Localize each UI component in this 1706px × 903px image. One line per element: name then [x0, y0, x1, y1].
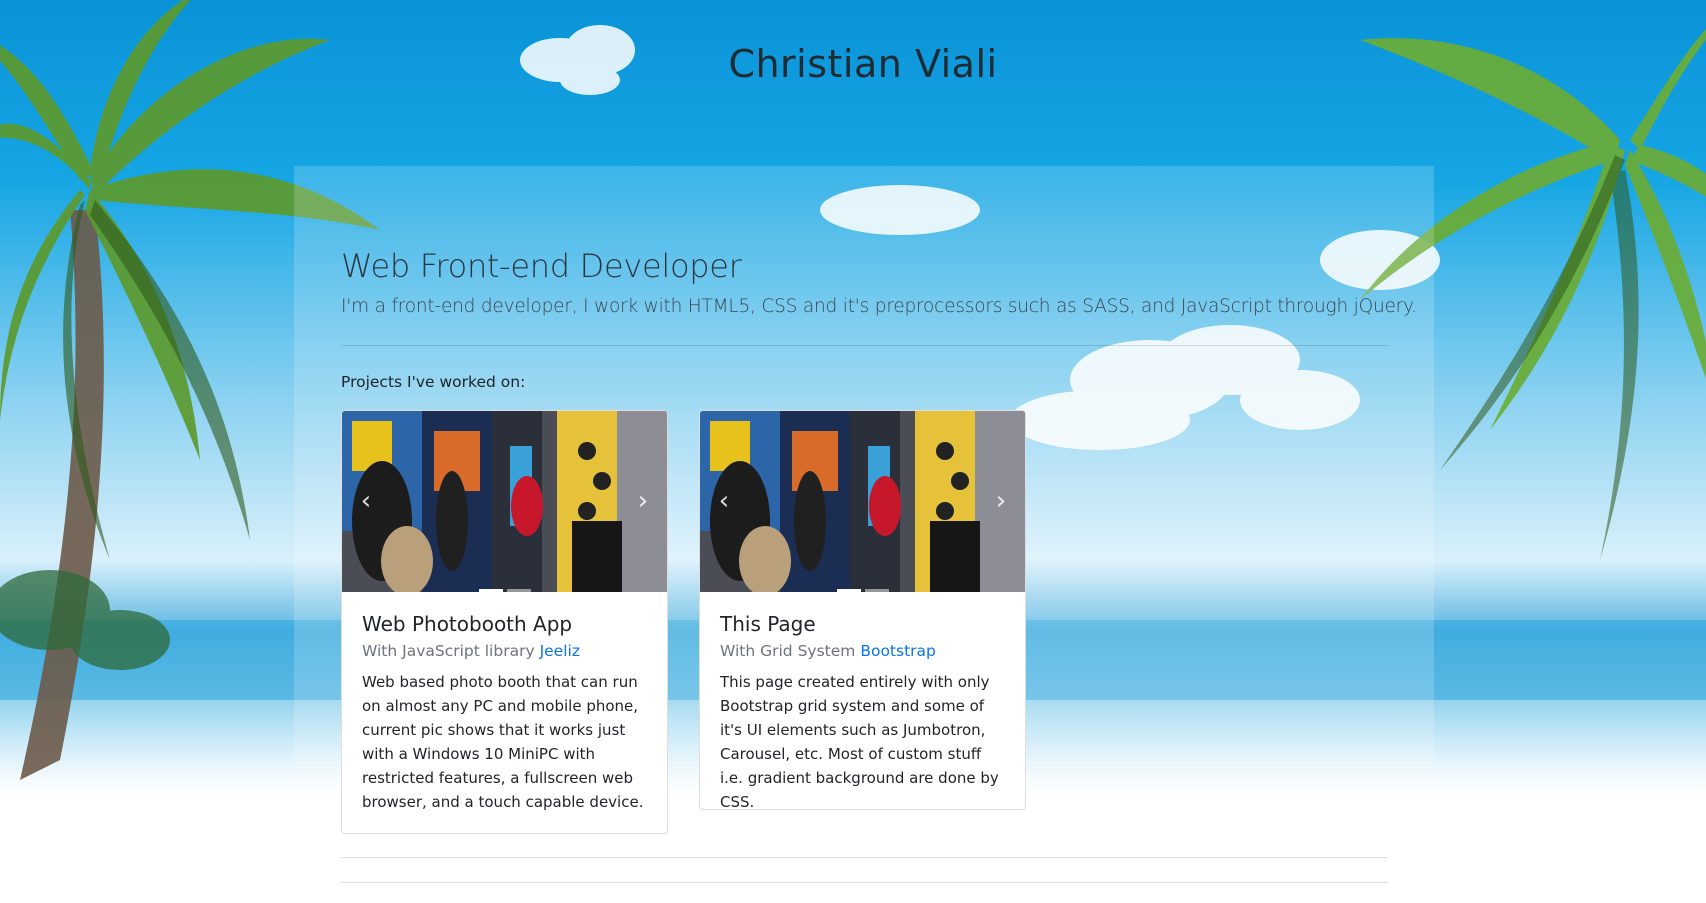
carousel-indicator[interactable] — [864, 589, 889, 592]
card-title: This Page — [720, 612, 816, 636]
carousel-indicator[interactable] — [836, 589, 861, 592]
card-title: Web Photobooth App — [362, 612, 573, 636]
carousel-indicators — [342, 589, 667, 592]
card-subtitle-text: With Grid System — [720, 642, 856, 660]
bootstrap-link[interactable]: Bootstrap — [860, 642, 936, 660]
divider — [341, 345, 1388, 346]
hero-heading: Web Front-end Developer — [341, 247, 742, 285]
project-carousel[interactable]: ‹ › — [342, 411, 667, 592]
projects-label: Projects I've worked on: — [341, 373, 526, 391]
card-body: This Page With Grid System Bootstrap Thi… — [700, 592, 1025, 810]
divider — [341, 857, 1388, 858]
card-text: Web based photo booth that can run on al… — [362, 673, 644, 811]
card-body: Web Photobooth App With JavaScript libra… — [342, 592, 667, 814]
carousel-next-button[interactable]: › — [629, 487, 657, 515]
photobooth-photo — [700, 411, 1025, 592]
hero-lead: I'm a front-end developer, I work with H… — [341, 296, 1417, 317]
carousel-indicator[interactable] — [506, 589, 531, 592]
project-card-this-page: ‹ › This Page With Grid System Bootstrap… — [699, 410, 1026, 810]
carousel-prev-button[interactable]: ‹ — [710, 487, 738, 515]
carousel-next-button[interactable]: › — [987, 487, 1015, 515]
jeeliz-link[interactable]: Jeeliz — [540, 642, 580, 660]
divider — [341, 882, 1388, 883]
carousel-indicators — [700, 589, 1025, 592]
card-subtitle-text: With JavaScript library — [362, 642, 535, 660]
photobooth-photo — [342, 411, 667, 592]
carousel-prev-button[interactable]: ‹ — [352, 487, 380, 515]
site-title: Christian Viali — [728, 42, 998, 86]
card-subtitle: With JavaScript library Jeeliz — [362, 642, 647, 660]
project-carousel[interactable]: ‹ › — [700, 411, 1025, 592]
card-text: This page created entirely with only Boo… — [720, 673, 999, 810]
card-subtitle: With Grid System Bootstrap — [720, 642, 1005, 660]
carousel-indicator[interactable] — [478, 589, 503, 592]
project-card-photobooth: ‹ › Web Photobooth App With JavaScript l… — [341, 410, 668, 834]
